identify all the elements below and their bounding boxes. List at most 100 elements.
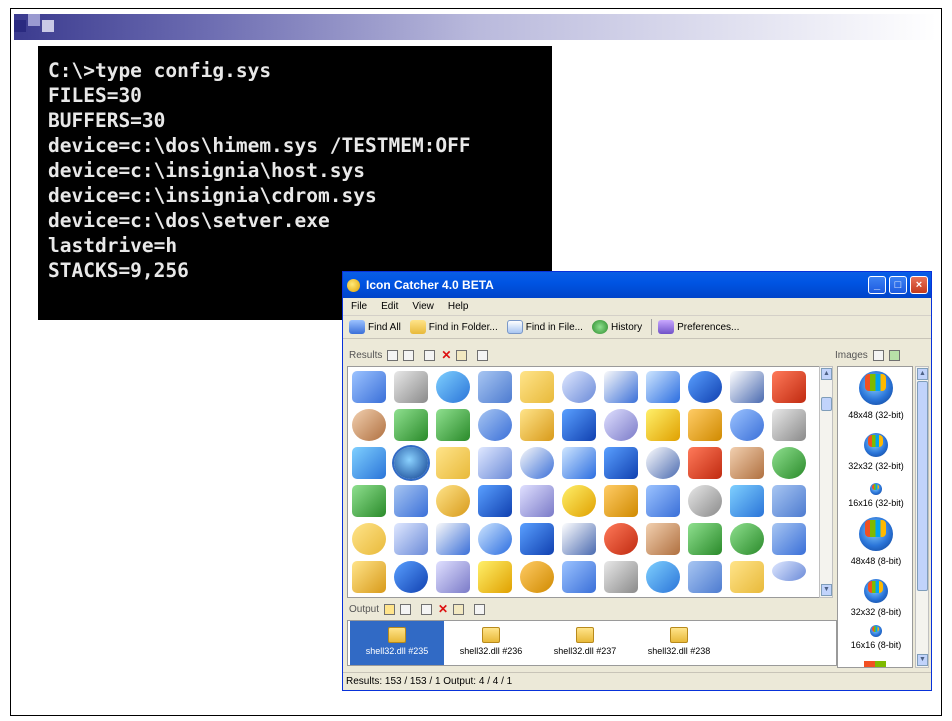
result-icon[interactable] [394, 561, 428, 593]
menu-view[interactable]: View [412, 301, 434, 312]
result-icon[interactable] [392, 445, 430, 481]
result-icon[interactable] [772, 371, 806, 403]
menu-file[interactable]: File [351, 301, 367, 312]
scroll-thumb[interactable] [821, 397, 832, 411]
result-icon[interactable] [352, 485, 386, 517]
output-item[interactable]: shell32.dll #237 [538, 621, 632, 665]
find-in-file-button[interactable]: Find in File... [506, 320, 583, 334]
find-all-button[interactable]: Find All [349, 320, 401, 334]
result-icon[interactable] [730, 485, 764, 517]
result-icon[interactable] [478, 485, 512, 517]
result-icon[interactable] [604, 409, 638, 441]
export-icon[interactable] [424, 349, 436, 361]
result-icon[interactable] [352, 523, 386, 555]
result-icon[interactable] [604, 371, 638, 403]
view-large-icon[interactable] [387, 349, 399, 361]
window-titlebar[interactable]: Icon Catcher 4.0 BETA _ □ × [343, 272, 931, 298]
result-icon[interactable] [604, 485, 638, 517]
result-icon[interactable] [478, 409, 512, 441]
result-icon[interactable] [646, 447, 680, 479]
result-icon[interactable] [604, 523, 638, 555]
result-icon[interactable] [352, 409, 386, 441]
result-icon[interactable] [688, 523, 722, 555]
result-icon[interactable] [520, 371, 554, 403]
result-icon[interactable] [436, 523, 470, 555]
find-in-folder-button[interactable]: Find in Folder... [409, 320, 498, 334]
result-icon[interactable] [352, 371, 386, 403]
result-icon[interactable] [646, 523, 680, 555]
result-icon[interactable] [772, 485, 806, 517]
result-icon[interactable] [478, 561, 512, 593]
results-scrollbar[interactable]: ▲ ▼ [819, 366, 833, 598]
result-icon[interactable] [604, 561, 638, 593]
result-icon[interactable] [562, 523, 596, 555]
output-save-icon[interactable] [400, 603, 412, 615]
result-icon[interactable] [688, 561, 722, 593]
images-scroll-up-arrow[interactable]: ▲ [917, 368, 928, 380]
result-icon[interactable] [772, 523, 806, 555]
result-icon[interactable] [520, 561, 554, 593]
result-icon[interactable] [688, 485, 722, 517]
menu-help[interactable]: Help [448, 301, 469, 312]
result-icon[interactable] [352, 447, 386, 479]
result-icon[interactable] [394, 485, 428, 517]
result-icon[interactable] [646, 485, 680, 517]
scroll-down-arrow[interactable]: ▼ [821, 584, 832, 596]
result-icon[interactable] [520, 523, 554, 555]
result-icon[interactable] [478, 371, 512, 403]
image-item[interactable]: 48x48 (32-bit) [838, 371, 912, 420]
result-icon[interactable] [688, 371, 722, 403]
image-export-icon[interactable] [888, 349, 900, 361]
images-scroll-thumb[interactable] [917, 381, 928, 591]
image-item[interactable]: 32x32 (8-bit) [838, 579, 912, 617]
result-icon[interactable] [520, 485, 554, 517]
result-icon[interactable] [730, 523, 764, 555]
result-icon[interactable] [562, 447, 596, 479]
maximize-button[interactable]: □ [889, 276, 907, 294]
result-icon[interactable] [394, 409, 428, 441]
view-small-icon[interactable] [403, 349, 415, 361]
output-item[interactable]: shell32.dll #236 [444, 621, 538, 665]
result-icon[interactable] [436, 409, 470, 441]
close-button[interactable]: × [910, 276, 928, 294]
result-icon[interactable] [562, 561, 596, 593]
result-icon[interactable] [436, 485, 470, 517]
result-icon[interactable] [520, 447, 554, 479]
result-icon[interactable] [730, 371, 764, 403]
result-icon[interactable] [730, 447, 764, 479]
output-delete-icon[interactable]: ✕ [438, 602, 448, 616]
delete-icon[interactable]: ✕ [441, 348, 451, 362]
result-icon[interactable] [478, 447, 512, 479]
result-icon[interactable] [646, 371, 680, 403]
result-icon[interactable] [352, 561, 386, 593]
result-icon[interactable] [562, 409, 596, 441]
image-item[interactable]: 32x32 (32-bit) [838, 433, 912, 471]
result-icon[interactable] [730, 561, 764, 593]
output-item-selected[interactable]: shell32.dll #235 [350, 621, 444, 665]
result-icon[interactable] [436, 447, 470, 479]
result-icon[interactable] [562, 485, 596, 517]
image-item[interactable]: 16x16 (32-bit) [838, 483, 912, 508]
output-folder-icon[interactable] [384, 603, 396, 615]
images-scrollbar[interactable]: ▲ ▼ [915, 366, 929, 668]
result-icon[interactable] [436, 371, 470, 403]
output-export-icon[interactable] [421, 603, 433, 615]
result-icon[interactable] [520, 409, 554, 441]
image-save-icon[interactable] [872, 349, 884, 361]
history-button[interactable]: History [591, 320, 642, 334]
result-icon[interactable] [394, 371, 428, 403]
result-icon[interactable] [772, 409, 806, 441]
menu-edit[interactable]: Edit [381, 301, 398, 312]
output-grid-icon[interactable] [474, 603, 486, 615]
result-icon[interactable] [436, 561, 470, 593]
result-icon[interactable] [646, 409, 680, 441]
scroll-up-arrow[interactable]: ▲ [821, 368, 832, 380]
result-icon[interactable] [772, 561, 806, 581]
images-scroll-down-arrow[interactable]: ▼ [917, 654, 928, 666]
result-icon[interactable] [688, 409, 722, 441]
result-icon[interactable] [646, 561, 680, 593]
preferences-button[interactable]: Preferences... [658, 320, 739, 334]
grid-icon[interactable] [477, 349, 489, 361]
result-icon[interactable] [730, 409, 764, 441]
clear-icon[interactable] [456, 349, 468, 361]
